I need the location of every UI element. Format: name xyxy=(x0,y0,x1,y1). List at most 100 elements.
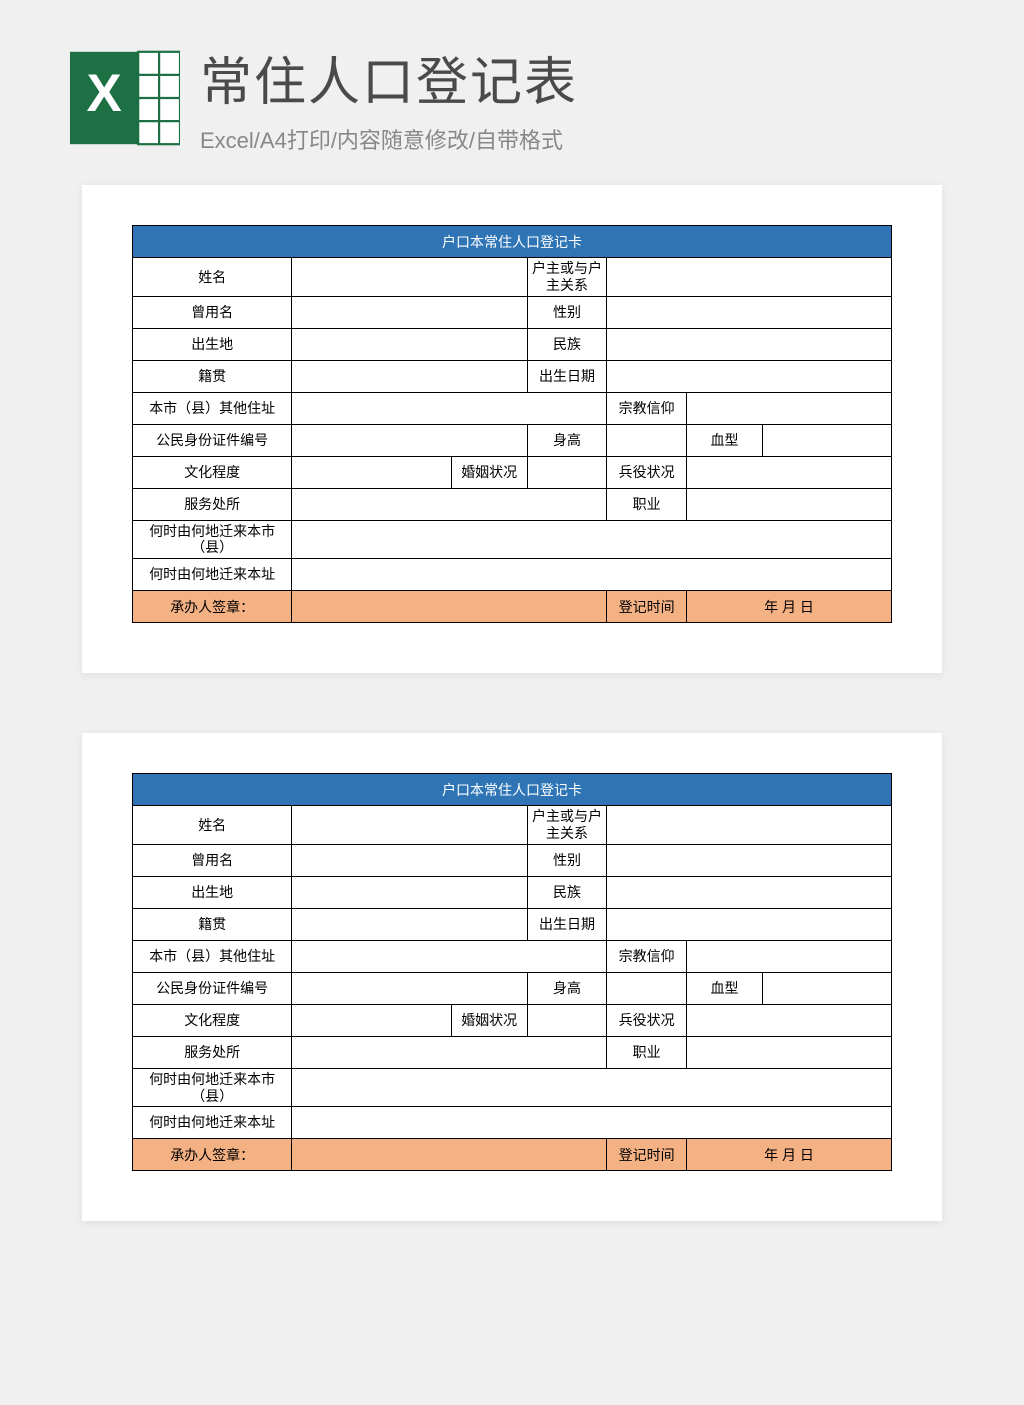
label-migrate-addr: 何时由何地迁来本址 xyxy=(133,559,292,591)
label-id-number: 公民身份证件编号 xyxy=(133,972,292,1004)
label-marital: 婚姻状况 xyxy=(451,456,527,488)
label-relation: 户主或与户主关系 xyxy=(527,806,607,845)
label-dob: 出生日期 xyxy=(527,908,607,940)
page-header: X 常住人口登记表 Excel/A4打印/内容随意修改/自带格式 xyxy=(40,20,984,185)
label-reg-time: 登记时间 xyxy=(607,591,687,623)
table-title: 户口本常住人口登记卡 xyxy=(133,226,892,258)
registration-table: 户口本常住人口登记卡 姓名 户主或与户主关系 曾用名 性别 出生地 民族 籍贯 … xyxy=(132,225,892,623)
input-migrate-addr[interactable] xyxy=(292,1107,892,1139)
label-education: 文化程度 xyxy=(133,456,292,488)
form-page-1: 户口本常住人口登记卡 姓名 户主或与户主关系 曾用名 性别 出生地 民族 籍贯 … xyxy=(82,185,942,673)
input-former-name[interactable] xyxy=(292,844,527,876)
excel-icon: X xyxy=(70,43,180,153)
svg-text:X: X xyxy=(86,64,121,123)
label-religion: 宗教信仰 xyxy=(607,940,687,972)
label-dob: 出生日期 xyxy=(527,360,607,392)
label-blood: 血型 xyxy=(687,424,763,456)
label-workplace: 服务处所 xyxy=(133,488,292,520)
input-dob[interactable] xyxy=(607,908,892,940)
input-height[interactable] xyxy=(607,424,687,456)
label-former-name: 曾用名 xyxy=(133,844,292,876)
label-height: 身高 xyxy=(527,424,607,456)
form-page-2: 户口本常住人口登记卡 姓名 户主或与户主关系 曾用名 性别 出生地 民族 籍贯 … xyxy=(82,733,942,1221)
main-title: 常住人口登记表 xyxy=(200,40,954,115)
label-former-name: 曾用名 xyxy=(133,296,292,328)
input-birthplace[interactable] xyxy=(292,328,527,360)
label-sex: 性别 xyxy=(527,296,607,328)
input-religion[interactable] xyxy=(687,940,892,972)
label-id-number: 公民身份证件编号 xyxy=(133,424,292,456)
input-military[interactable] xyxy=(687,456,892,488)
label-migrate-city: 何时由何地迁来本市（县） xyxy=(133,520,292,559)
label-other-addr: 本市（县）其他住址 xyxy=(133,392,292,424)
label-marital: 婚姻状况 xyxy=(451,1004,527,1036)
input-former-name[interactable] xyxy=(292,296,527,328)
title-block: 常住人口登记表 Excel/A4打印/内容随意修改/自带格式 xyxy=(200,40,954,155)
label-name: 姓名 xyxy=(133,806,292,845)
input-other-addr[interactable] xyxy=(292,940,607,972)
input-name[interactable] xyxy=(292,258,527,297)
label-blood: 血型 xyxy=(687,972,763,1004)
input-height[interactable] xyxy=(607,972,687,1004)
label-workplace: 服务处所 xyxy=(133,1036,292,1068)
input-ethnicity[interactable] xyxy=(607,876,892,908)
input-workplace[interactable] xyxy=(292,1036,607,1068)
label-occupation: 职业 xyxy=(607,488,687,520)
label-ethnicity: 民族 xyxy=(527,328,607,360)
input-sex[interactable] xyxy=(607,296,892,328)
table-title: 户口本常住人口登记卡 xyxy=(133,774,892,806)
input-reg-time[interactable]: 年 月 日 xyxy=(687,1139,892,1171)
label-relation: 户主或与户主关系 xyxy=(527,258,607,297)
input-relation[interactable] xyxy=(607,258,892,297)
input-workplace[interactable] xyxy=(292,488,607,520)
label-handler: 承办人签章： xyxy=(133,1139,292,1171)
input-ancestral[interactable] xyxy=(292,908,527,940)
registration-table: 户口本常住人口登记卡 姓名 户主或与户主关系 曾用名 性别 出生地 民族 籍贯 … xyxy=(132,773,892,1171)
label-military: 兵役状况 xyxy=(607,1004,687,1036)
input-blood[interactable] xyxy=(762,972,891,1004)
input-relation[interactable] xyxy=(607,806,892,845)
input-blood[interactable] xyxy=(762,424,891,456)
input-occupation[interactable] xyxy=(687,1036,892,1068)
input-sex[interactable] xyxy=(607,844,892,876)
input-id-number[interactable] xyxy=(292,424,527,456)
label-handler: 承办人签章： xyxy=(133,591,292,623)
input-ethnicity[interactable] xyxy=(607,328,892,360)
label-ancestral: 籍贯 xyxy=(133,908,292,940)
label-birthplace: 出生地 xyxy=(133,328,292,360)
input-education[interactable] xyxy=(292,1004,451,1036)
label-height: 身高 xyxy=(527,972,607,1004)
label-education: 文化程度 xyxy=(133,1004,292,1036)
input-marital[interactable] xyxy=(527,1004,607,1036)
label-military: 兵役状况 xyxy=(607,456,687,488)
input-name[interactable] xyxy=(292,806,527,845)
input-handler[interactable] xyxy=(292,1139,607,1171)
input-occupation[interactable] xyxy=(687,488,892,520)
input-migrate-addr[interactable] xyxy=(292,559,892,591)
label-occupation: 职业 xyxy=(607,1036,687,1068)
label-birthplace: 出生地 xyxy=(133,876,292,908)
label-reg-time: 登记时间 xyxy=(607,1139,687,1171)
label-ancestral: 籍贯 xyxy=(133,360,292,392)
input-handler[interactable] xyxy=(292,591,607,623)
label-name: 姓名 xyxy=(133,258,292,297)
subtitle: Excel/A4打印/内容随意修改/自带格式 xyxy=(200,123,954,155)
input-id-number[interactable] xyxy=(292,972,527,1004)
input-other-addr[interactable] xyxy=(292,392,607,424)
label-migrate-city: 何时由何地迁来本市（县） xyxy=(133,1068,292,1107)
label-migrate-addr: 何时由何地迁来本址 xyxy=(133,1107,292,1139)
input-migrate-city[interactable] xyxy=(292,1068,892,1107)
input-dob[interactable] xyxy=(607,360,892,392)
input-religion[interactable] xyxy=(687,392,892,424)
input-reg-time[interactable]: 年 月 日 xyxy=(687,591,892,623)
label-sex: 性别 xyxy=(527,844,607,876)
input-military[interactable] xyxy=(687,1004,892,1036)
label-ethnicity: 民族 xyxy=(527,876,607,908)
input-education[interactable] xyxy=(292,456,451,488)
label-religion: 宗教信仰 xyxy=(607,392,687,424)
input-migrate-city[interactable] xyxy=(292,520,892,559)
label-other-addr: 本市（县）其他住址 xyxy=(133,940,292,972)
input-birthplace[interactable] xyxy=(292,876,527,908)
input-marital[interactable] xyxy=(527,456,607,488)
input-ancestral[interactable] xyxy=(292,360,527,392)
